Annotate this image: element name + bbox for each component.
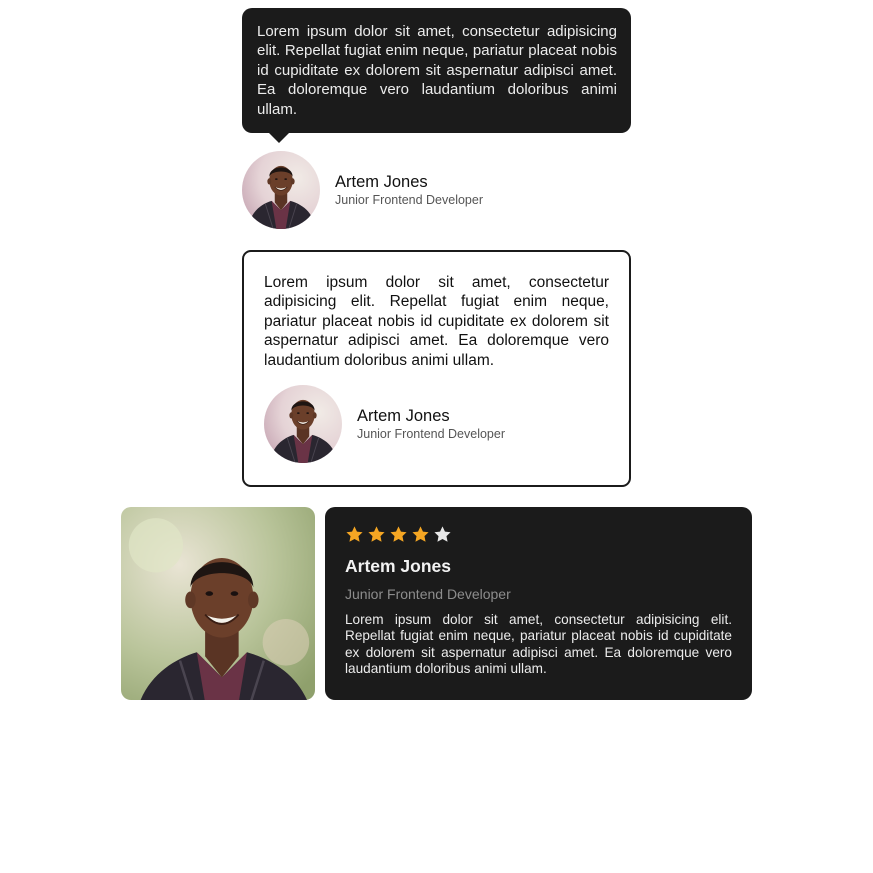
portrait-photo bbox=[242, 151, 320, 229]
star-filled-icon bbox=[411, 525, 430, 544]
author-role: Junior Frontend Developer bbox=[345, 586, 511, 602]
avatar bbox=[242, 151, 320, 229]
testimonial-quote: Lorem ipsum dolor sit amet, consectetur … bbox=[264, 274, 609, 369]
testimonials-page: Lorem ipsum dolor sit amet, consectetur … bbox=[0, 0, 873, 873]
testimonial-author: Artem Jones Junior Frontend Developer bbox=[242, 151, 631, 229]
star-filled-icon bbox=[389, 525, 408, 544]
author-role: Junior Frontend Developer bbox=[357, 427, 505, 441]
testimonial-quote: Lorem ipsum dolor sit amet, consectetur … bbox=[257, 23, 617, 118]
bubble-tail bbox=[268, 132, 290, 143]
author-role: Junior Frontend Developer bbox=[335, 193, 483, 207]
testimonial-dark: Artem Jones Junior Frontend Developer Lo… bbox=[325, 507, 752, 700]
star-empty-icon bbox=[433, 525, 452, 544]
star-rating bbox=[345, 523, 732, 545]
testimonial-author: Artem Jones Junior Frontend Developer bbox=[264, 385, 609, 463]
avatar bbox=[264, 385, 342, 463]
testimonial-bubble: Lorem ipsum dolor sit amet, consectetur … bbox=[242, 8, 631, 133]
portrait-photo bbox=[264, 385, 342, 463]
author-name: Artem Jones bbox=[345, 556, 452, 576]
star-filled-icon bbox=[345, 525, 364, 544]
author-name: Artem Jones bbox=[357, 407, 450, 425]
testimonial-outlined: Lorem ipsum dolor sit amet, consectetur … bbox=[242, 250, 631, 487]
testimonial-quote: Lorem ipsum dolor sit amet, consectetur … bbox=[345, 612, 732, 677]
author-name: Artem Jones bbox=[335, 173, 428, 191]
star-filled-icon bbox=[367, 525, 386, 544]
portrait-photo bbox=[121, 507, 315, 700]
author-photo bbox=[121, 507, 315, 700]
